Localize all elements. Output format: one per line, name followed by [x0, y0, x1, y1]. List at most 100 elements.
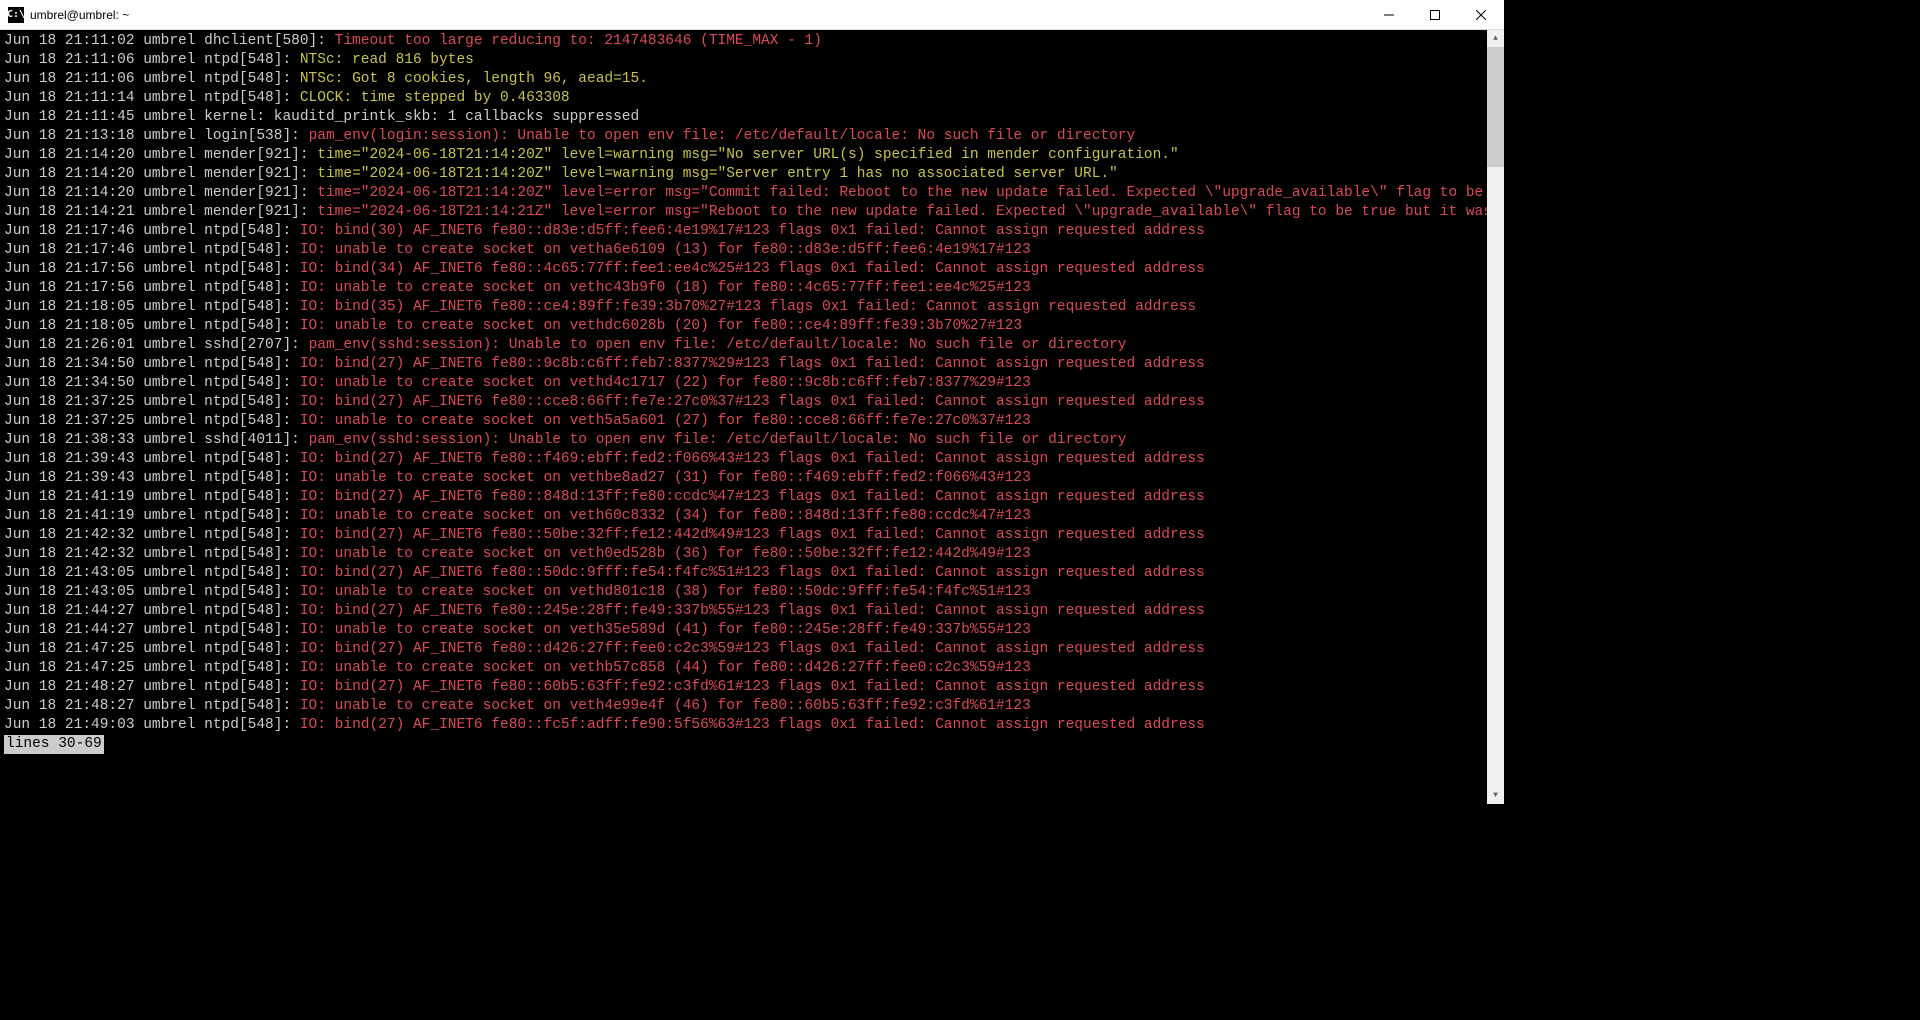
- log-prefix: Jun 18 21:47:25 umbrel ntpd[548]:: [4, 641, 300, 657]
- log-message: IO: bind(27) AF_INET6 fe80::60b5:63ff:fe…: [300, 679, 1205, 695]
- log-message: IO: unable to create socket on vethb57c8…: [300, 660, 1031, 676]
- log-prefix: Jun 18 21:18:05 umbrel ntpd[548]:: [4, 299, 300, 315]
- log-line: Jun 18 21:14:20 umbrel mender[921]: time…: [4, 184, 1483, 203]
- log-prefix: Jun 18 21:43:05 umbrel ntpd[548]:: [4, 584, 300, 600]
- log-line: Jun 18 21:17:46 umbrel ntpd[548]: IO: bi…: [4, 222, 1483, 241]
- log-line: Jun 18 21:48:27 umbrel ntpd[548]: IO: bi…: [4, 678, 1483, 697]
- log-prefix: Jun 18 21:14:20 umbrel mender[921]:: [4, 185, 317, 201]
- log-prefix: Jun 18 21:14:20 umbrel mender[921]:: [4, 147, 317, 163]
- terminal-window: C:\ umbrel@umbrel: ~ Jun 18 21:11:02 umb…: [0, 0, 1504, 804]
- log-message: CLOCK: time stepped by 0.463308: [300, 90, 570, 106]
- log-prefix: Jun 18 21:17:46 umbrel ntpd[548]:: [4, 223, 300, 239]
- scroll-down-arrow[interactable]: ▼: [1487, 787, 1504, 804]
- log-line: Jun 18 21:14:20 umbrel mender[921]: time…: [4, 146, 1483, 165]
- log-prefix: Jun 18 21:14:20 umbrel mender[921]:: [4, 166, 317, 182]
- log-line: Jun 18 21:13:18 umbrel login[538]: pam_e…: [4, 127, 1483, 146]
- log-message: IO: unable to create socket on vethd4c17…: [300, 375, 1031, 391]
- log-message: IO: bind(34) AF_INET6 fe80::4c65:77ff:fe…: [300, 261, 1205, 277]
- log-prefix: Jun 18 21:49:03 umbrel ntpd[548]:: [4, 717, 300, 733]
- log-message: IO: bind(27) AF_INET6 fe80::50dc:9fff:fe…: [300, 565, 1205, 581]
- window-title: umbrel@umbrel: ~: [30, 8, 1366, 22]
- log-message: time="2024-06-18T21:14:20Z" level=error …: [317, 185, 1487, 201]
- log-prefix: Jun 18 21:37:25 umbrel ntpd[548]:: [4, 394, 300, 410]
- minimize-icon: [1384, 10, 1394, 20]
- log-message: IO: unable to create socket on vetha6e61…: [300, 242, 1031, 258]
- log-message: IO: bind(30) AF_INET6 fe80::d83e:d5ff:fe…: [300, 223, 1205, 239]
- app-icon: C:\: [8, 7, 24, 23]
- log-line: Jun 18 21:38:33 umbrel sshd[4011]: pam_e…: [4, 431, 1483, 450]
- log-message: IO: unable to create socket on vethbe8ad…: [300, 470, 1031, 486]
- log-line: Jun 18 21:44:27 umbrel ntpd[548]: IO: bi…: [4, 602, 1483, 621]
- log-prefix: Jun 18 21:18:05 umbrel ntpd[548]:: [4, 318, 300, 334]
- log-message: IO: bind(27) AF_INET6 fe80::848d:13ff:fe…: [300, 489, 1205, 505]
- log-line: Jun 18 21:11:45 umbrel kernel: kauditd_p…: [4, 108, 1483, 127]
- log-message: pam_env(login:session): Unable to open e…: [309, 128, 1136, 144]
- log-line: Jun 18 21:18:05 umbrel ntpd[548]: IO: bi…: [4, 298, 1483, 317]
- log-line: Jun 18 21:17:56 umbrel ntpd[548]: IO: bi…: [4, 260, 1483, 279]
- scrollbar-track[interactable]: [1487, 47, 1504, 787]
- log-line: Jun 18 21:47:25 umbrel ntpd[548]: IO: un…: [4, 659, 1483, 678]
- log-prefix: Jun 18 21:41:19 umbrel ntpd[548]:: [4, 508, 300, 524]
- close-icon: [1476, 10, 1486, 20]
- log-message: Timeout too large reducing to: 214748364…: [335, 33, 822, 49]
- log-message: IO: unable to create socket on veth4e99e…: [300, 698, 1031, 714]
- window-titlebar[interactable]: C:\ umbrel@umbrel: ~: [0, 0, 1504, 30]
- log-message: NTSc: read 816 bytes: [300, 52, 474, 68]
- log-line: Jun 18 21:39:43 umbrel ntpd[548]: IO: un…: [4, 469, 1483, 488]
- terminal-area: Jun 18 21:11:02 umbrel dhclient[580]: Ti…: [0, 30, 1504, 804]
- scrollbar-thumb[interactable]: [1487, 47, 1504, 167]
- log-line: Jun 18 21:11:06 umbrel ntpd[548]: NTSc: …: [4, 51, 1483, 70]
- log-line: Jun 18 21:43:05 umbrel ntpd[548]: IO: bi…: [4, 564, 1483, 583]
- log-prefix: Jun 18 21:37:25 umbrel ntpd[548]:: [4, 413, 300, 429]
- log-message: IO: bind(27) AF_INET6 fe80::9c8b:c6ff:fe…: [300, 356, 1205, 372]
- log-line: Jun 18 21:17:56 umbrel ntpd[548]: IO: un…: [4, 279, 1483, 298]
- log-line: Jun 18 21:37:25 umbrel ntpd[548]: IO: bi…: [4, 393, 1483, 412]
- vertical-scrollbar[interactable]: ▲ ▼: [1487, 30, 1504, 804]
- log-message: time="2024-06-18T21:14:21Z" level=error …: [317, 204, 1487, 220]
- log-prefix: Jun 18 21:42:32 umbrel ntpd[548]:: [4, 546, 300, 562]
- scroll-up-arrow[interactable]: ▲: [1487, 30, 1504, 47]
- log-message: time="2024-06-18T21:14:20Z" level=warnin…: [317, 147, 1178, 163]
- log-message: IO: bind(27) AF_INET6 fe80::fc5f:adff:fe…: [300, 717, 1205, 733]
- log-line: Jun 18 21:14:21 umbrel mender[921]: time…: [4, 203, 1483, 222]
- maximize-button[interactable]: [1412, 0, 1458, 29]
- log-prefix: Jun 18 21:42:32 umbrel ntpd[548]:: [4, 527, 300, 543]
- log-line: Jun 18 21:37:25 umbrel ntpd[548]: IO: un…: [4, 412, 1483, 431]
- log-line: Jun 18 21:41:19 umbrel ntpd[548]: IO: un…: [4, 507, 1483, 526]
- pager-status: lines 30-69: [4, 735, 104, 754]
- log-line: Jun 18 21:47:25 umbrel ntpd[548]: IO: bi…: [4, 640, 1483, 659]
- log-message: IO: unable to create socket on veth60c83…: [300, 508, 1031, 524]
- log-prefix: Jun 18 21:38:33 umbrel sshd[4011]:: [4, 432, 309, 448]
- log-prefix: Jun 18 21:34:50 umbrel ntpd[548]:: [4, 375, 300, 391]
- log-message: IO: unable to create socket on vethc43b9…: [300, 280, 1031, 296]
- log-line: Jun 18 21:11:14 umbrel ntpd[548]: CLOCK:…: [4, 89, 1483, 108]
- log-line: Jun 18 21:39:43 umbrel ntpd[548]: IO: bi…: [4, 450, 1483, 469]
- log-message: IO: bind(27) AF_INET6 fe80::50be:32ff:fe…: [300, 527, 1205, 543]
- log-message: kauditd_printk_skb: 1 callbacks suppress…: [274, 109, 639, 125]
- log-line: Jun 18 21:26:01 umbrel sshd[2707]: pam_e…: [4, 336, 1483, 355]
- log-prefix: Jun 18 21:44:27 umbrel ntpd[548]:: [4, 603, 300, 619]
- close-button[interactable]: [1458, 0, 1504, 29]
- log-line: Jun 18 21:42:32 umbrel ntpd[548]: IO: un…: [4, 545, 1483, 564]
- log-message: IO: unable to create socket on vethd801c…: [300, 584, 1031, 600]
- log-message: IO: unable to create socket on veth35e58…: [300, 622, 1031, 638]
- log-line: Jun 18 21:17:46 umbrel ntpd[548]: IO: un…: [4, 241, 1483, 260]
- log-prefix: Jun 18 21:34:50 umbrel ntpd[548]:: [4, 356, 300, 372]
- log-line: Jun 18 21:41:19 umbrel ntpd[548]: IO: bi…: [4, 488, 1483, 507]
- log-prefix: Jun 18 21:17:46 umbrel ntpd[548]:: [4, 242, 300, 258]
- log-prefix: Jun 18 21:11:45 umbrel kernel:: [4, 109, 274, 125]
- terminal-output[interactable]: Jun 18 21:11:02 umbrel dhclient[580]: Ti…: [0, 30, 1487, 804]
- log-line: Jun 18 21:49:03 umbrel ntpd[548]: IO: bi…: [4, 716, 1483, 735]
- window-controls: [1366, 0, 1504, 29]
- log-line: Jun 18 21:34:50 umbrel ntpd[548]: IO: bi…: [4, 355, 1483, 374]
- log-prefix: Jun 18 21:11:14 umbrel ntpd[548]:: [4, 90, 300, 106]
- log-message: pam_env(sshd:session): Unable to open en…: [309, 337, 1127, 353]
- log-message: IO: bind(35) AF_INET6 fe80::ce4:89ff:fe3…: [300, 299, 1196, 315]
- log-message: pam_env(sshd:session): Unable to open en…: [309, 432, 1127, 448]
- log-prefix: Jun 18 21:26:01 umbrel sshd[2707]:: [4, 337, 309, 353]
- minimize-button[interactable]: [1366, 0, 1412, 29]
- log-line: Jun 18 21:11:06 umbrel ntpd[548]: NTSc: …: [4, 70, 1483, 89]
- log-prefix: Jun 18 21:14:21 umbrel mender[921]:: [4, 204, 317, 220]
- log-message: IO: bind(27) AF_INET6 fe80::245e:28ff:fe…: [300, 603, 1205, 619]
- log-message: IO: bind(27) AF_INET6 fe80::d426:27ff:fe…: [300, 641, 1205, 657]
